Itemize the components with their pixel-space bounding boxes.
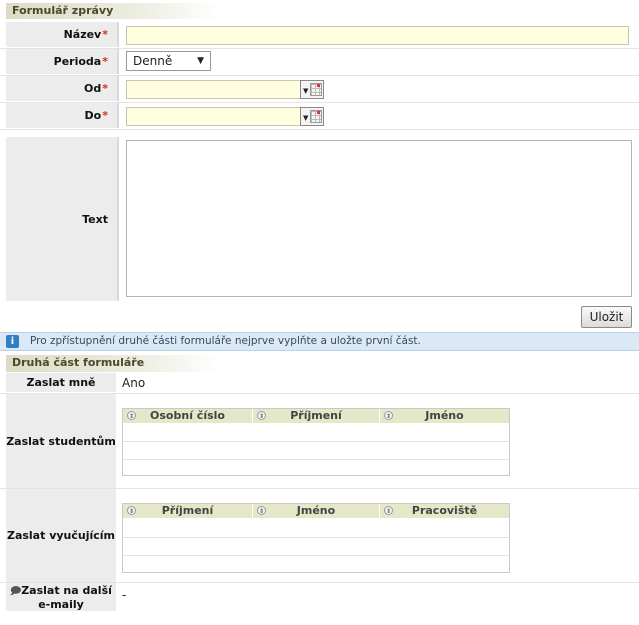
students-label: Zaslat studentům bbox=[6, 394, 116, 488]
required-mark: * bbox=[102, 82, 108, 95]
to-label-text: Do bbox=[84, 109, 102, 122]
from-calendar-button[interactable]: ▼ bbox=[300, 80, 324, 99]
required-mark: * bbox=[102, 55, 108, 68]
sort-icon: ⇕ bbox=[384, 506, 393, 515]
table-row bbox=[123, 555, 509, 556]
students-col-label: Jméno bbox=[425, 409, 464, 422]
teachers-col-header[interactable]: ⇕ Příjmení bbox=[123, 504, 253, 518]
sort-icon: ⇕ bbox=[127, 506, 136, 515]
other-emails-value: - bbox=[122, 588, 127, 602]
second-section-title: Druhá část formuláře bbox=[6, 355, 220, 372]
teachers-col-label: Jméno bbox=[296, 504, 336, 517]
required-mark: * bbox=[102, 28, 108, 41]
to-calendar-button[interactable]: ▼ bbox=[300, 107, 324, 126]
table-row bbox=[123, 441, 509, 442]
name-label-text: Název bbox=[63, 28, 102, 41]
form-section-title: Formulář zprávy bbox=[6, 3, 220, 19]
students-col-label: Osobní číslo bbox=[150, 409, 225, 422]
sort-icon: ⇕ bbox=[257, 506, 266, 515]
other-emails-label-wrap: 🗩Zaslat na další e-maily bbox=[6, 584, 116, 611]
send-me-label: Zaslat mně bbox=[6, 373, 116, 392]
period-label-text: Perioda bbox=[53, 55, 102, 68]
text-label-text: Text bbox=[82, 212, 108, 226]
period-select[interactable]: Denně ▼ bbox=[126, 51, 211, 71]
divider bbox=[117, 22, 119, 47]
divider bbox=[117, 76, 119, 101]
table-row bbox=[123, 537, 509, 538]
calendar-icon bbox=[310, 83, 322, 96]
dropdown-arrow-icon: ▼ bbox=[197, 56, 204, 66]
info-icon: i bbox=[6, 335, 19, 348]
other-emails-label-text: Zaslat na další e-maily bbox=[21, 583, 112, 611]
from-label: Od * bbox=[6, 76, 118, 101]
students-col-label: Příjmení bbox=[290, 409, 342, 422]
to-date-input[interactable] bbox=[126, 107, 301, 126]
teachers-label: Zaslat vyučujícím bbox=[6, 489, 116, 582]
sort-icon: ⇕ bbox=[257, 411, 266, 420]
save-button[interactable]: Uložit bbox=[581, 306, 632, 328]
chevron-down-icon: ▼ bbox=[303, 87, 309, 95]
teachers-table: ⇕ Příjmení ⇕ Jméno ⇕ Pracoviště bbox=[122, 503, 510, 573]
divider bbox=[117, 49, 119, 74]
name-label: Název * bbox=[6, 22, 118, 47]
calendar-marker bbox=[317, 111, 320, 114]
divider bbox=[117, 103, 119, 128]
from-date-input[interactable] bbox=[126, 80, 301, 99]
row-divider bbox=[0, 129, 639, 130]
other-emails-label: 🗩Zaslat na další e-maily bbox=[6, 583, 116, 611]
calendar-icon bbox=[310, 110, 322, 123]
students-col-header[interactable]: ⇕ Jméno bbox=[380, 409, 509, 423]
info-text: Pro zpřístupnění druhé části formuláře n… bbox=[30, 335, 421, 347]
comment-icon: 🗩 bbox=[10, 585, 22, 597]
period-label: Perioda * bbox=[6, 49, 118, 74]
send-me-value: Ano bbox=[122, 376, 146, 390]
chevron-down-icon: ▼ bbox=[303, 114, 309, 122]
from-label-text: Od bbox=[84, 82, 102, 95]
name-input[interactable] bbox=[126, 26, 629, 45]
text-label: Text bbox=[6, 137, 118, 301]
teachers-col-header[interactable]: ⇕ Jméno bbox=[253, 504, 380, 518]
period-select-value: Denně bbox=[133, 54, 173, 68]
calendar-marker bbox=[317, 84, 320, 87]
to-label: Do * bbox=[6, 103, 118, 128]
teachers-col-header[interactable]: ⇕ Pracoviště bbox=[380, 504, 509, 518]
teachers-col-label: Příjmení bbox=[161, 504, 214, 517]
divider bbox=[117, 137, 119, 301]
table-row bbox=[123, 459, 509, 460]
sort-icon: ⇕ bbox=[384, 411, 393, 420]
students-col-header[interactable]: ⇕ Osobní číslo bbox=[123, 409, 253, 423]
text-textarea[interactable] bbox=[126, 140, 632, 297]
teachers-col-label: Pracoviště bbox=[411, 504, 478, 517]
students-table: ⇕ Osobní číslo ⇕ Příjmení ⇕ Jméno bbox=[122, 408, 510, 476]
sort-icon: ⇕ bbox=[127, 411, 136, 420]
students-col-header[interactable]: ⇕ Příjmení bbox=[253, 409, 380, 423]
required-mark: * bbox=[102, 109, 108, 122]
info-bar: i Pro zpřístupnění druhé části formuláře… bbox=[0, 332, 639, 351]
